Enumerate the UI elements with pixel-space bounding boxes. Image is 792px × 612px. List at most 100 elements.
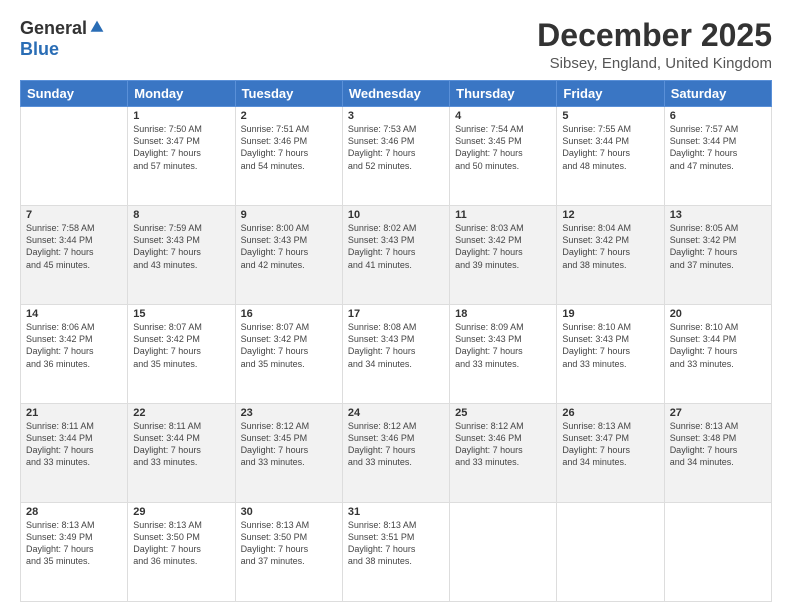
- table-row: [450, 503, 557, 602]
- calendar-week-5: 28Sunrise: 8:13 AM Sunset: 3:49 PM Dayli…: [21, 503, 772, 602]
- table-row: 10Sunrise: 8:02 AM Sunset: 3:43 PM Dayli…: [342, 206, 449, 305]
- day-number: 10: [348, 209, 444, 221]
- table-row: 25Sunrise: 8:12 AM Sunset: 3:46 PM Dayli…: [450, 404, 557, 503]
- table-row: 6Sunrise: 7:57 AM Sunset: 3:44 PM Daylig…: [664, 107, 771, 206]
- day-info: Sunrise: 8:10 AM Sunset: 3:44 PM Dayligh…: [670, 321, 766, 370]
- table-row: 20Sunrise: 8:10 AM Sunset: 3:44 PM Dayli…: [664, 305, 771, 404]
- col-saturday: Saturday: [664, 81, 771, 107]
- day-info: Sunrise: 8:12 AM Sunset: 3:45 PM Dayligh…: [241, 420, 337, 469]
- table-row: 14Sunrise: 8:06 AM Sunset: 3:42 PM Dayli…: [21, 305, 128, 404]
- day-info: Sunrise: 8:13 AM Sunset: 3:48 PM Dayligh…: [670, 420, 766, 469]
- table-row: 28Sunrise: 8:13 AM Sunset: 3:49 PM Dayli…: [21, 503, 128, 602]
- day-info: Sunrise: 8:11 AM Sunset: 3:44 PM Dayligh…: [26, 420, 122, 469]
- day-info: Sunrise: 8:05 AM Sunset: 3:42 PM Dayligh…: [670, 222, 766, 271]
- calendar: Sunday Monday Tuesday Wednesday Thursday…: [20, 80, 772, 602]
- day-info: Sunrise: 7:59 AM Sunset: 3:43 PM Dayligh…: [133, 222, 229, 271]
- table-row: [557, 503, 664, 602]
- day-info: Sunrise: 7:54 AM Sunset: 3:45 PM Dayligh…: [455, 123, 551, 172]
- day-info: Sunrise: 8:11 AM Sunset: 3:44 PM Dayligh…: [133, 420, 229, 469]
- table-row: 7Sunrise: 7:58 AM Sunset: 3:44 PM Daylig…: [21, 206, 128, 305]
- calendar-week-1: 1Sunrise: 7:50 AM Sunset: 3:47 PM Daylig…: [21, 107, 772, 206]
- table-row: 12Sunrise: 8:04 AM Sunset: 3:42 PM Dayli…: [557, 206, 664, 305]
- page: General Blue December 2025 Sibsey, Engla…: [0, 0, 792, 612]
- day-number: 3: [348, 110, 444, 122]
- day-number: 21: [26, 407, 122, 419]
- table-row: 27Sunrise: 8:13 AM Sunset: 3:48 PM Dayli…: [664, 404, 771, 503]
- day-info: Sunrise: 8:07 AM Sunset: 3:42 PM Dayligh…: [133, 321, 229, 370]
- day-number: 20: [670, 308, 766, 320]
- day-number: 23: [241, 407, 337, 419]
- table-row: 21Sunrise: 8:11 AM Sunset: 3:44 PM Dayli…: [21, 404, 128, 503]
- table-row: 19Sunrise: 8:10 AM Sunset: 3:43 PM Dayli…: [557, 305, 664, 404]
- table-row: 24Sunrise: 8:12 AM Sunset: 3:46 PM Dayli…: [342, 404, 449, 503]
- day-info: Sunrise: 8:02 AM Sunset: 3:43 PM Dayligh…: [348, 222, 444, 271]
- day-info: Sunrise: 8:13 AM Sunset: 3:51 PM Dayligh…: [348, 519, 444, 568]
- day-number: 19: [562, 308, 658, 320]
- day-number: 2: [241, 110, 337, 122]
- day-info: Sunrise: 7:55 AM Sunset: 3:44 PM Dayligh…: [562, 123, 658, 172]
- table-row: 31Sunrise: 8:13 AM Sunset: 3:51 PM Dayli…: [342, 503, 449, 602]
- calendar-week-4: 21Sunrise: 8:11 AM Sunset: 3:44 PM Dayli…: [21, 404, 772, 503]
- table-row: 2Sunrise: 7:51 AM Sunset: 3:46 PM Daylig…: [235, 107, 342, 206]
- day-number: 18: [455, 308, 551, 320]
- col-sunday: Sunday: [21, 81, 128, 107]
- day-info: Sunrise: 8:09 AM Sunset: 3:43 PM Dayligh…: [455, 321, 551, 370]
- logo-icon: [89, 19, 105, 35]
- day-info: Sunrise: 7:50 AM Sunset: 3:47 PM Dayligh…: [133, 123, 229, 172]
- day-info: Sunrise: 8:12 AM Sunset: 3:46 PM Dayligh…: [455, 420, 551, 469]
- col-friday: Friday: [557, 81, 664, 107]
- day-number: 16: [241, 308, 337, 320]
- day-number: 29: [133, 506, 229, 518]
- calendar-week-3: 14Sunrise: 8:06 AM Sunset: 3:42 PM Dayli…: [21, 305, 772, 404]
- day-info: Sunrise: 8:03 AM Sunset: 3:42 PM Dayligh…: [455, 222, 551, 271]
- day-number: 28: [26, 506, 122, 518]
- day-info: Sunrise: 8:04 AM Sunset: 3:42 PM Dayligh…: [562, 222, 658, 271]
- col-monday: Monday: [128, 81, 235, 107]
- day-info: Sunrise: 8:13 AM Sunset: 3:50 PM Dayligh…: [133, 519, 229, 568]
- day-number: 5: [562, 110, 658, 122]
- day-number: 17: [348, 308, 444, 320]
- calendar-week-2: 7Sunrise: 7:58 AM Sunset: 3:44 PM Daylig…: [21, 206, 772, 305]
- table-row: [21, 107, 128, 206]
- table-row: 9Sunrise: 8:00 AM Sunset: 3:43 PM Daylig…: [235, 206, 342, 305]
- table-row: 16Sunrise: 8:07 AM Sunset: 3:42 PM Dayli…: [235, 305, 342, 404]
- day-info: Sunrise: 8:00 AM Sunset: 3:43 PM Dayligh…: [241, 222, 337, 271]
- day-info: Sunrise: 7:58 AM Sunset: 3:44 PM Dayligh…: [26, 222, 122, 271]
- day-number: 27: [670, 407, 766, 419]
- title-block: December 2025 Sibsey, England, United Ki…: [537, 18, 772, 72]
- table-row: 23Sunrise: 8:12 AM Sunset: 3:45 PM Dayli…: [235, 404, 342, 503]
- day-info: Sunrise: 8:08 AM Sunset: 3:43 PM Dayligh…: [348, 321, 444, 370]
- day-number: 31: [348, 506, 444, 518]
- table-row: 26Sunrise: 8:13 AM Sunset: 3:47 PM Dayli…: [557, 404, 664, 503]
- day-number: 15: [133, 308, 229, 320]
- table-row: 22Sunrise: 8:11 AM Sunset: 3:44 PM Dayli…: [128, 404, 235, 503]
- day-info: Sunrise: 8:13 AM Sunset: 3:50 PM Dayligh…: [241, 519, 337, 568]
- day-number: 30: [241, 506, 337, 518]
- header: General Blue December 2025 Sibsey, Engla…: [20, 18, 772, 72]
- subtitle: Sibsey, England, United Kingdom: [537, 55, 772, 72]
- table-row: [664, 503, 771, 602]
- table-row: 17Sunrise: 8:08 AM Sunset: 3:43 PM Dayli…: [342, 305, 449, 404]
- table-row: 4Sunrise: 7:54 AM Sunset: 3:45 PM Daylig…: [450, 107, 557, 206]
- day-number: 22: [133, 407, 229, 419]
- day-info: Sunrise: 8:13 AM Sunset: 3:49 PM Dayligh…: [26, 519, 122, 568]
- col-thursday: Thursday: [450, 81, 557, 107]
- day-info: Sunrise: 8:13 AM Sunset: 3:47 PM Dayligh…: [562, 420, 658, 469]
- table-row: 29Sunrise: 8:13 AM Sunset: 3:50 PM Dayli…: [128, 503, 235, 602]
- table-row: 30Sunrise: 8:13 AM Sunset: 3:50 PM Dayli…: [235, 503, 342, 602]
- day-info: Sunrise: 8:10 AM Sunset: 3:43 PM Dayligh…: [562, 321, 658, 370]
- day-number: 4: [455, 110, 551, 122]
- day-number: 11: [455, 209, 551, 221]
- day-number: 1: [133, 110, 229, 122]
- day-number: 13: [670, 209, 766, 221]
- day-number: 14: [26, 308, 122, 320]
- day-number: 9: [241, 209, 337, 221]
- day-info: Sunrise: 8:06 AM Sunset: 3:42 PM Dayligh…: [26, 321, 122, 370]
- table-row: 13Sunrise: 8:05 AM Sunset: 3:42 PM Dayli…: [664, 206, 771, 305]
- header-row: Sunday Monday Tuesday Wednesday Thursday…: [21, 81, 772, 107]
- table-row: 1Sunrise: 7:50 AM Sunset: 3:47 PM Daylig…: [128, 107, 235, 206]
- day-info: Sunrise: 7:51 AM Sunset: 3:46 PM Dayligh…: [241, 123, 337, 172]
- logo: General Blue: [20, 18, 105, 60]
- day-number: 24: [348, 407, 444, 419]
- day-number: 26: [562, 407, 658, 419]
